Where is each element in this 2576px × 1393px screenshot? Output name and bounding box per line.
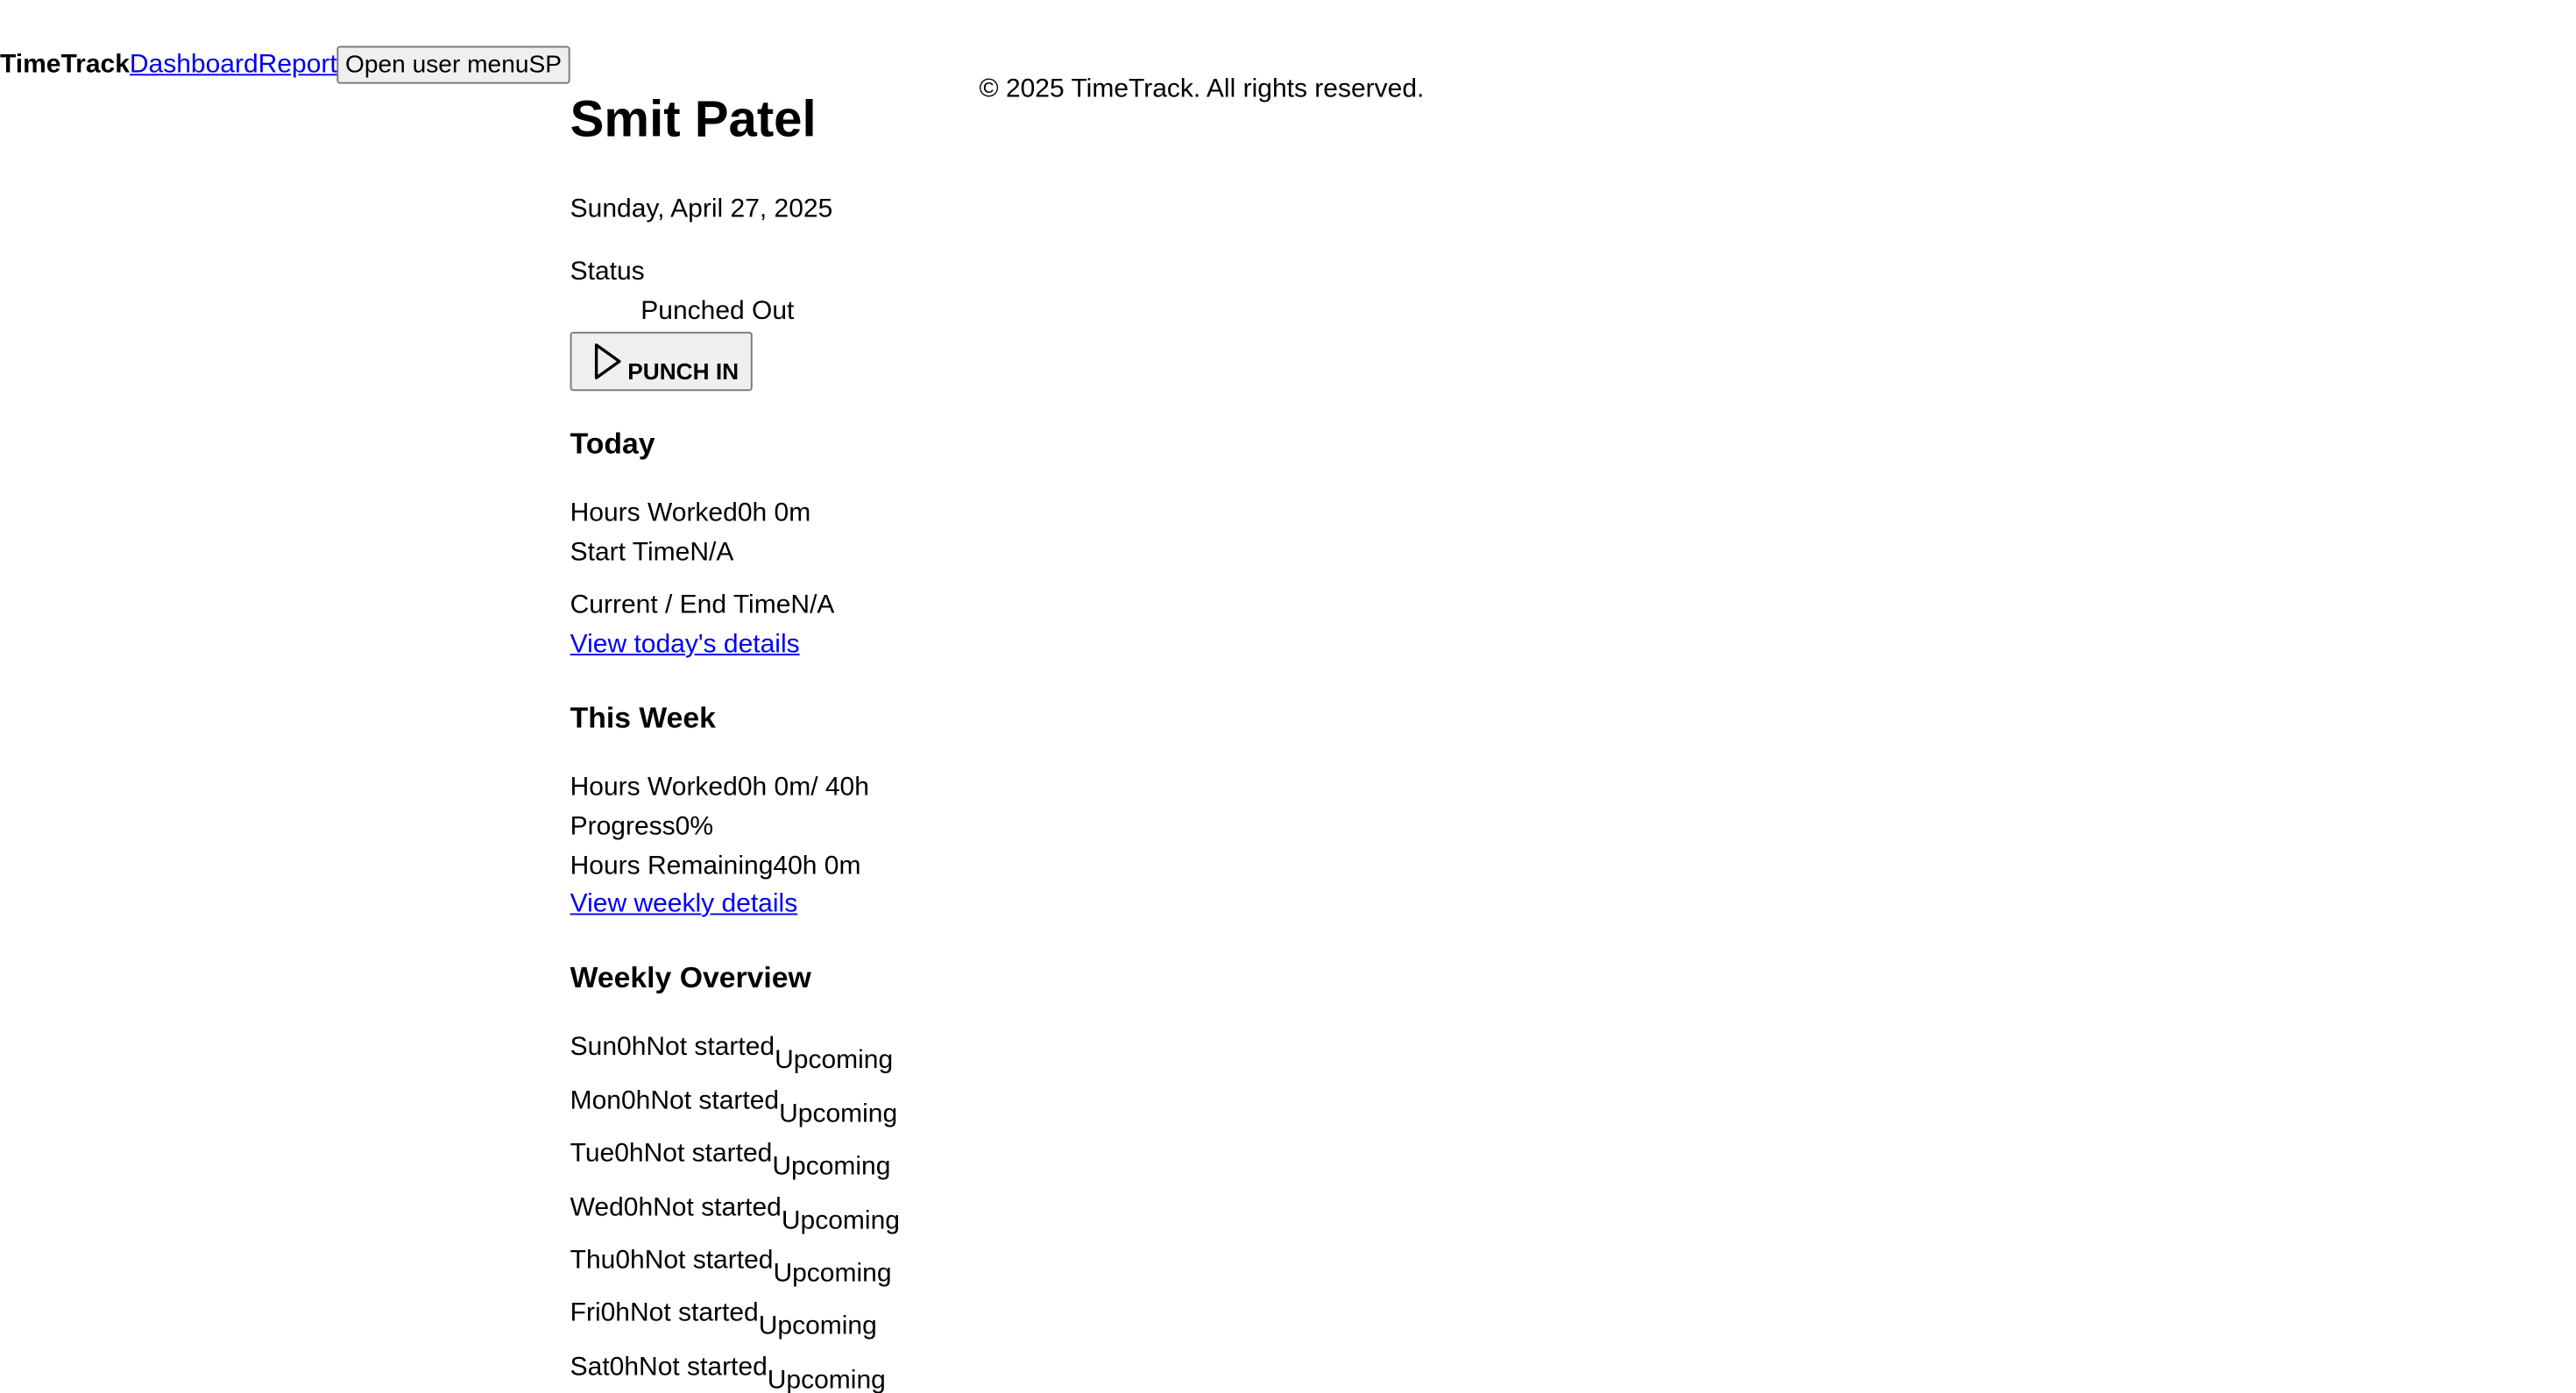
day-tag: Upcoming: [767, 1367, 886, 1393]
weekly-overview-row-sun: Sun0hNot startedUpcoming: [570, 1032, 894, 1074]
day-state: Not started: [653, 1194, 782, 1222]
day-state: Not started: [650, 1087, 780, 1116]
day-tag: Upcoming: [775, 1046, 894, 1075]
day-name: Sat: [570, 1354, 610, 1382]
weekly-overview-title: Weekly Overview: [570, 960, 811, 994]
punch-in-button[interactable]: PUNCH IN: [570, 331, 753, 392]
weekly-overview-row-sat: Sat0hNot startedUpcoming: [570, 1352, 886, 1393]
day-state: Not started: [639, 1354, 768, 1382]
avatar: SP: [528, 50, 563, 79]
today-start-time-value: N/A: [690, 539, 734, 567]
page-content: TimeTrackDashboardReports Open user menu…: [0, 0, 2576, 1393]
day-tag: Upcoming: [758, 1312, 877, 1340]
day-state: Not started: [629, 1299, 759, 1327]
day-state: Not started: [644, 1247, 774, 1275]
day-name: Wed: [570, 1194, 624, 1222]
day-state: Not started: [646, 1033, 775, 1062]
day-name: Tue: [570, 1140, 615, 1169]
weekly-overview-row-mon: Mon0hNot startedUpcoming: [570, 1085, 898, 1128]
day-hours: 0h: [620, 1087, 651, 1116]
brand-logo: TimeTrack: [0, 51, 130, 79]
day-hours: 0h: [600, 1299, 630, 1327]
user-menu-button[interactable]: Open user menuSP: [336, 46, 570, 84]
week-hours-worked: Hours Worked0h 0m/ 40h: [570, 772, 869, 805]
day-hours: 0h: [614, 1140, 644, 1169]
today-start-time-label: Start Time: [570, 539, 690, 567]
day-name: Thu: [570, 1247, 616, 1275]
week-remaining-value: 40h 0m: [773, 852, 861, 880]
day-hours: 0h: [623, 1194, 654, 1222]
today-end-time-label: Current / End Time: [570, 591, 791, 619]
week-title: This Week: [570, 701, 716, 735]
user-menu-label: Open user menu: [344, 50, 529, 79]
day-tag: Upcoming: [781, 1207, 900, 1235]
view-today-details-link[interactable]: View today's details: [570, 629, 800, 662]
week-progress-value: 0%: [675, 813, 714, 841]
status-value: Punched Out: [640, 297, 795, 326]
day-hours: 0h: [615, 1247, 645, 1275]
day-state: Not started: [643, 1140, 773, 1169]
weekly-overview-row-tue: Tue0hNot startedUpcoming: [570, 1138, 891, 1181]
today-end-time: Current / End TimeN/A: [570, 590, 835, 623]
week-hours-target: / 40h: [810, 774, 869, 802]
week-remaining-label: Hours Remaining: [570, 852, 774, 880]
week-progress: Progress0%: [570, 811, 713, 845]
status-label: Status: [570, 258, 645, 286]
day-name: Sun: [570, 1033, 618, 1062]
current-date: Sunday, April 27, 2025: [570, 195, 833, 223]
view-weekly-details-link[interactable]: View weekly details: [570, 888, 798, 922]
week-hours-worked-value: 0h 0m: [737, 774, 811, 802]
week-progress-label: Progress: [570, 813, 676, 841]
nav-link-dashboard[interactable]: Dashboard: [130, 51, 258, 79]
weekly-overview-row-wed: Wed0hNot startedUpcoming: [570, 1192, 900, 1235]
today-hours-worked-value: 0h 0m: [737, 499, 811, 527]
footer-copyright: © 2025 TimeTrack. All rights reserved.: [979, 75, 1425, 104]
header: TimeTrackDashboardReports: [0, 49, 350, 82]
today-title: Today: [570, 427, 655, 461]
day-name: Fri: [570, 1299, 601, 1327]
week-hours-worked-label: Hours Worked: [570, 774, 738, 802]
day-hours: 0h: [609, 1354, 640, 1382]
day-name: Mon: [570, 1087, 621, 1116]
day-tag: Upcoming: [779, 1100, 898, 1129]
today-end-time-value: N/A: [790, 591, 835, 619]
day-hours: 0h: [617, 1033, 647, 1062]
punch-in-label: PUNCH IN: [627, 357, 740, 385]
play-icon: [591, 342, 625, 386]
day-tag: Upcoming: [772, 1153, 891, 1182]
weekly-overview-row-fri: Fri0hNot startedUpcoming: [570, 1298, 877, 1340]
today-hours-worked: Hours Worked0h 0m: [570, 498, 811, 531]
user-name-heading: Smit Patel: [570, 90, 817, 148]
today-start-time: Start TimeN/A: [570, 537, 734, 570]
week-remaining: Hours Remaining40h 0m: [570, 851, 861, 884]
today-hours-worked-label: Hours Worked: [570, 499, 738, 527]
page: TimeTrackDashboardReports Open user menu…: [0, 0, 2576, 1393]
day-tag: Upcoming: [773, 1260, 892, 1288]
weekly-overview-row-thu: Thu0hNot startedUpcoming: [570, 1245, 892, 1288]
